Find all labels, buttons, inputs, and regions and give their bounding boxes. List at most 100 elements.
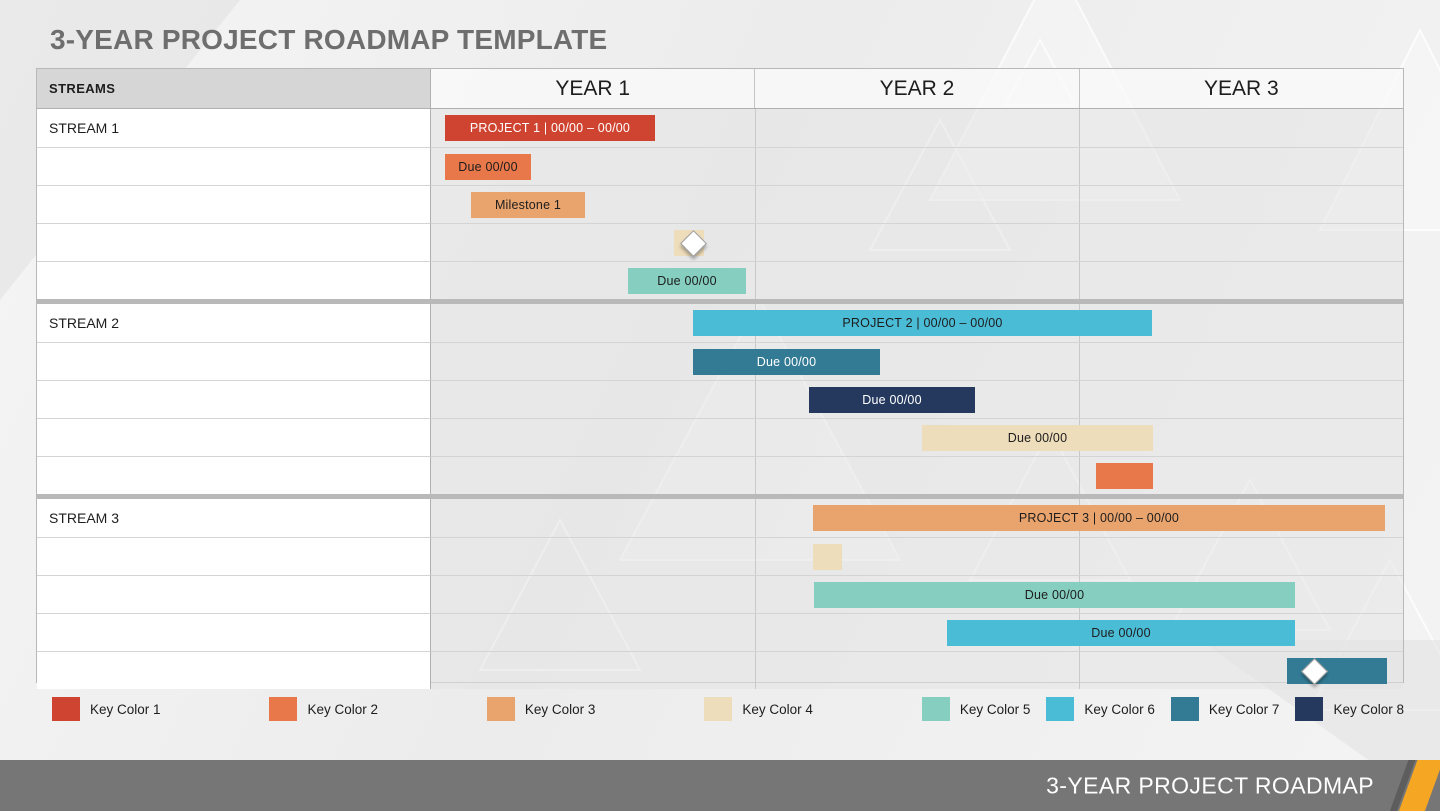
roadmap-row: Due 00/00 (37, 613, 1403, 651)
legend-label: Key Color 1 (90, 701, 161, 717)
milestone-bar[interactable]: Due 00/00 (809, 386, 975, 413)
legend-item[interactable]: Key Color 2 (253, 692, 470, 726)
timeline-cell (431, 223, 1403, 261)
stream-empty-label-cell[interactable] (37, 651, 431, 689)
legend-color-swatch (1046, 697, 1075, 721)
legend-item[interactable]: Key Color 4 (688, 692, 905, 726)
timeline-cell: Due 00/00 (431, 147, 1403, 185)
streams-header-cell: STREAMS (37, 69, 431, 108)
roadmap-row (37, 651, 1403, 689)
roadmap-body: STREAM 1 PROJECT 1 | 00/00 – 00/00 Due 00/… (37, 109, 1403, 689)
page-title: 3-YEAR PROJECT ROADMAP TEMPLATE (50, 24, 608, 55)
legend-item[interactable]: Key Color 1 (36, 692, 253, 726)
timeline-cell: Due 00/00 (431, 342, 1403, 380)
legend-label: Key Color 2 (307, 701, 378, 717)
year-divider (754, 109, 756, 147)
year-divider (754, 614, 756, 651)
legend-label: Key Color 7 (1208, 701, 1280, 717)
legend-item[interactable]: Key Color 7 (1155, 692, 1280, 726)
milestone-bar[interactable]: Due 00/00 (628, 267, 746, 294)
legend-label: Key Color 3 (524, 701, 596, 717)
year-divider (754, 576, 756, 613)
year-divider (1078, 538, 1080, 575)
year-divider (1078, 148, 1080, 185)
legend-item[interactable]: Key Color 3 (471, 692, 688, 726)
timeline-cell (431, 651, 1403, 689)
legend-item[interactable]: Key Color 8 (1279, 692, 1404, 726)
marker-bar[interactable] (1096, 462, 1153, 489)
stream-empty-label-cell[interactable] (37, 418, 431, 456)
year-divider (1078, 262, 1080, 299)
year-header-3: YEAR 3 (1079, 69, 1403, 108)
roadmap-row (37, 456, 1403, 494)
milestone-bar[interactable]: Due 00/00 (693, 348, 880, 375)
legend-item[interactable]: Key Color 6 (1030, 692, 1155, 726)
year-divider (1078, 381, 1080, 418)
roadmap-header-row: STREAMS YEAR 1 YEAR 2 YEAR 3 (37, 69, 1403, 109)
roadmap-row: STREAM 3 PROJECT 3 | 00/00 – 00/00 (37, 499, 1403, 537)
roadmap-chart: STREAMS YEAR 1 YEAR 2 YEAR 3 STREAM 1 PRO… (36, 68, 1404, 689)
stream-empty-label-cell[interactable] (37, 342, 431, 380)
legend-label: Key Color 4 (742, 701, 813, 717)
roadmap-row: Milestone 1 (37, 185, 1403, 223)
legend-label: Key Color 5 (959, 701, 1031, 717)
timeline-cell: PROJECT 1 | 00/00 – 00/00 (431, 109, 1403, 147)
legend-label: Key Color 8 (1333, 701, 1404, 717)
year-divider (754, 499, 756, 537)
stream-label-cell[interactable]: STREAM 1 (37, 109, 431, 147)
stream-empty-label-cell[interactable] (37, 575, 431, 613)
legend: Key Color 1 Key Color 2 Key Color 3 Key Col… (36, 692, 1404, 760)
milestone-bar[interactable]: Milestone 1 (471, 191, 585, 218)
legend-color-swatch (52, 697, 80, 721)
legend-color-swatch (486, 697, 515, 721)
roadmap-row: Due 00/00 (37, 575, 1403, 613)
project-bar[interactable]: PROJECT 2 | 00/00 – 00/00 (693, 310, 1152, 336)
milestone-bar[interactable]: Due 00/00 (947, 619, 1295, 646)
project-bar[interactable]: PROJECT 3 | 00/00 – 00/00 (813, 505, 1385, 531)
stream-empty-label-cell[interactable] (37, 380, 431, 418)
stream-empty-label-cell[interactable] (37, 223, 431, 261)
timeline-cell: Due 00/00 (431, 613, 1403, 651)
roadmap-row: Due 00/00 (37, 147, 1403, 185)
year-divider (754, 381, 756, 418)
stream-label-cell[interactable]: STREAM 2 (37, 304, 431, 342)
milestone-bar[interactable]: Due 00/00 (814, 581, 1295, 608)
timeline-cell: Due 00/00 (431, 418, 1403, 456)
timeline-cell (431, 456, 1403, 494)
legend-color-swatch (1295, 697, 1324, 721)
stream-empty-label-cell[interactable] (37, 261, 431, 299)
milestone-bar[interactable]: Due 00/00 (922, 424, 1153, 451)
legend-label: Key Color 6 (1084, 701, 1155, 717)
stream-empty-label-cell[interactable] (37, 613, 431, 651)
roadmap-row: STREAM 2 PROJECT 2 | 00/00 – 00/00 (37, 304, 1403, 342)
footer-title: 3-YEAR PROJECT ROADMAP (1046, 772, 1374, 798)
stream-empty-label-cell[interactable] (37, 185, 431, 223)
project-bar[interactable]: PROJECT 1 | 00/00 – 00/00 (445, 115, 655, 141)
timeline-cell: Due 00/00 (431, 575, 1403, 613)
year-divider (1078, 186, 1080, 223)
marker-bar[interactable] (813, 543, 842, 570)
year-divider (1078, 109, 1080, 147)
timeline-cell: Due 00/00 (431, 380, 1403, 418)
stream-empty-label-cell[interactable] (37, 537, 431, 575)
stream-empty-label-cell[interactable] (37, 456, 431, 494)
year-divider (1078, 652, 1080, 689)
roadmap-row (37, 537, 1403, 575)
year-divider (754, 652, 756, 689)
timeline-cell: Milestone 1 (431, 185, 1403, 223)
year-divider (1078, 343, 1080, 380)
year-divider (754, 538, 756, 575)
year-divider (754, 148, 756, 185)
year-divider (1078, 457, 1080, 494)
year-header-1: YEAR 1 (431, 69, 756, 108)
stream-empty-label-cell[interactable] (37, 147, 431, 185)
legend-item[interactable]: Key Color 5 (906, 692, 1031, 726)
milestone-bar[interactable]: Due 00/00 (445, 153, 531, 180)
year-divider (754, 224, 756, 261)
stream-label-cell[interactable]: STREAM 3 (37, 499, 431, 537)
year-divider (754, 419, 756, 456)
roadmap-row: Due 00/00 (37, 418, 1403, 456)
timeline-cell: PROJECT 2 | 00/00 – 00/00 (431, 304, 1403, 342)
legend-color-swatch (921, 697, 950, 721)
timeline-cell: Due 00/00 (431, 261, 1403, 299)
